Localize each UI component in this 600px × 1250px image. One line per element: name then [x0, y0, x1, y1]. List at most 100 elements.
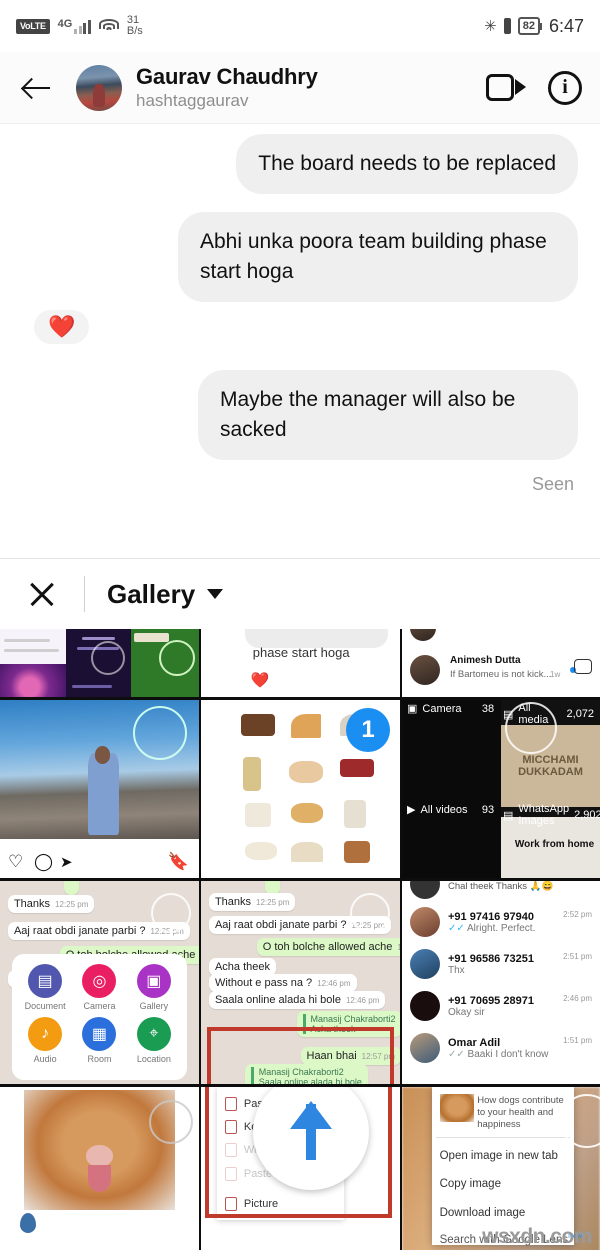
attach-room[interactable]: ▦ Room: [74, 1017, 124, 1064]
wa-time: 12:25 pm: [256, 898, 290, 908]
gallery-thumbnail[interactable]: Paste Keep S Wrap Paste Format Picture: [201, 1087, 400, 1250]
gallery-thumbnail[interactable]: ♡ ◯ ➤ 🔖: [0, 700, 199, 878]
status-bar-left: VoLTE 4G 31 B/s: [16, 15, 143, 37]
whatsapp-attachment-sheet: ▤ Document ◎ Camera ▣ Gallery ♪ Audio ▦ Room …: [11, 954, 188, 1080]
divider: [84, 576, 85, 612]
chat-time: 1:51 pm: [563, 1036, 592, 1045]
vibrate-icon: [503, 18, 511, 34]
back-arrow-icon[interactable]: [18, 68, 58, 108]
folder-count: 2,072: [566, 708, 595, 720]
message-row: Abhi unka poora team building phase star…: [22, 212, 578, 302]
wa-time: 12:25 pm: [55, 900, 89, 910]
chat-list-row[interactable]: +91 97416 97940 ✓✓ Alright. Perfect. 2:5…: [402, 907, 600, 937]
attach-location[interactable]: ⌖ Location: [129, 1017, 179, 1064]
battery-icon: 82: [517, 17, 543, 35]
whatsapp-attachment-thumb: Thanks 12:25 pm Aaj raat obdi janate parb…: [0, 881, 199, 1084]
attach-label: Audio: [33, 1054, 57, 1065]
gallery-thumbnail[interactable]: Chal theek Thanks 🙏😄 +91 97416 97940 ✓✓ …: [402, 881, 600, 1084]
wa-msg: Acha theek: [214, 961, 270, 974]
avatar[interactable]: [76, 64, 122, 111]
gallery-title[interactable]: Gallery: [107, 579, 195, 610]
folder-label[interactable]: ▣ Camera 38: [407, 702, 495, 716]
preview-image: [439, 1093, 474, 1122]
gallery-thumbnail[interactable]: MICCHAMI DUKKADAM Work from home ▣ Camer…: [402, 700, 600, 878]
chat-time: 2:52 pm: [563, 910, 592, 919]
dm-handle: hashtaggaurav: [136, 90, 249, 110]
gallery-thumbnail[interactable]: Thanks 12:25 pm Aaj raat obdi janate parb…: [201, 881, 400, 1084]
signal-strength-bars: [74, 19, 91, 34]
selection-badge[interactable]: 1: [346, 708, 390, 752]
gallery-header: Gallery: [0, 559, 600, 629]
page-title: Gaurav Chaudhry: [136, 63, 318, 89]
attach-label: Location: [136, 1054, 171, 1065]
contact-preview: Thx: [448, 964, 465, 976]
chat-time: 2:46 pm: [563, 994, 592, 1003]
gallery-grid: phase start hoga ❤️ Animesh Dutta If Bar…: [0, 629, 600, 1250]
contact-preview: Okay sir: [448, 1006, 485, 1018]
data-speed-unit: B/s: [126, 25, 143, 37]
gallery-thumbnail[interactable]: [0, 629, 199, 697]
dog-photo-thumb: [0, 1087, 199, 1250]
attach-audio[interactable]: ♪ Audio: [20, 1017, 70, 1064]
folder-count: 2,902: [574, 809, 600, 822]
instagram-feed-thumb: [0, 629, 199, 697]
wa-msg: Aaj raat obdi janate parbi ?: [13, 924, 146, 937]
folder-count: 93: [481, 803, 495, 816]
highlight-box: [206, 1027, 395, 1084]
heart-reaction-icon: ❤️: [250, 672, 270, 690]
info-icon[interactable]: i: [548, 70, 582, 105]
chat-list-row[interactable]: +91 96586 73251 Thx 2:51 pm: [402, 949, 600, 979]
status-bar-right: ✳ 82 6:47: [484, 16, 584, 37]
wa-time: 12:46 pm: [345, 995, 380, 1005]
menu-item[interactable]: Open image in new tab: [440, 1150, 558, 1162]
wa-time: 12:42 pm: [397, 942, 400, 952]
folder-art-line4: from home: [542, 838, 595, 850]
instagram-post-thumb: ♡ ◯ ➤ 🔖: [0, 700, 199, 878]
paste-context-menu-thumb: Paste Keep S Wrap Paste Format Picture: [201, 1087, 400, 1250]
message-bubble[interactable]: Abhi unka poora team building phase star…: [178, 212, 578, 302]
chat-list-row[interactable]: +91 70695 28971 Okay sir 2:46 pm: [402, 991, 600, 1021]
bookmark-icon: 🔖: [167, 852, 189, 871]
attach-camera[interactable]: ◎ Camera: [74, 964, 124, 1011]
message-bubble[interactable]: The board needs to be replaced: [236, 134, 578, 194]
gallery-thumbnail[interactable]: Animesh Dutta If Bartomeu is not kick...…: [402, 629, 600, 697]
video-icon: ▶: [407, 804, 416, 817]
chrome-context-menu-thumb: How dogs contribute to your health and h…: [402, 1087, 600, 1250]
folder-label[interactable]: ▶ All videos 93: [407, 803, 495, 817]
folder-count: 38: [481, 702, 495, 715]
gallery-thumbnail-selected[interactable]: 1: [201, 700, 400, 878]
comment-icon: ◯: [34, 852, 54, 871]
close-icon[interactable]: [22, 574, 62, 614]
gallery-thumbnail[interactable]: [0, 1087, 199, 1250]
text-cursor-handle: [19, 1213, 36, 1234]
gallery-thumbnail[interactable]: phase start hoga ❤️: [201, 629, 400, 697]
gallery-thumbnail[interactable]: How dogs contribute to your health and h…: [402, 1087, 600, 1250]
attach-document[interactable]: ▤ Document: [20, 964, 70, 1011]
menu-item[interactable]: Download image: [440, 1207, 526, 1219]
whatsapp-chat-list-thumb: Chal theek Thanks 🙏😄 +91 97416 97940 ✓✓ …: [402, 881, 600, 1084]
video-call-icon[interactable]: [486, 74, 526, 101]
dm-contact-info[interactable]: Gaurav Chaudhry hashtaggaurav: [136, 64, 318, 112]
wifi-icon: [98, 18, 119, 34]
reaction-row: ❤️: [34, 310, 578, 344]
folder-icon: ▤: [502, 809, 514, 822]
gallery-thumbnail[interactable]: Thanks 12:25 pm Aaj raat obdi janate parb…: [0, 881, 199, 1084]
data-speed: 31 B/s: [127, 15, 143, 37]
status-badge: Seen: [531, 474, 574, 494]
menu-item[interactable]: Copy image: [440, 1178, 501, 1190]
chevron-down-icon[interactable]: [207, 589, 224, 599]
camera-icon: [574, 659, 592, 674]
chat-list-row[interactable]: Omar Adil ✓✓ Baaki I don't know 1:51 pm: [402, 1033, 600, 1063]
contact-name: +91 96586 73251: [448, 952, 534, 965]
attach-label: Room: [87, 1054, 112, 1065]
room-icon: ▦: [82, 1017, 117, 1052]
folder-label[interactable]: ▤ WhatsApp Images 2,902: [502, 803, 600, 827]
share-icon: ➤: [60, 854, 73, 871]
heart-reaction-icon[interactable]: ❤️: [34, 310, 90, 344]
dm-preview: If Bartomeu is not kick...: [450, 669, 552, 680]
attach-gallery[interactable]: ▣ Gallery: [129, 964, 179, 1011]
wa-msg: [70, 881, 73, 892]
message-bubble[interactable]: Maybe the manager will also be sacked: [198, 370, 578, 460]
contact-name: +91 97416 97940: [448, 910, 534, 923]
contact-preview: ✓✓ Baaki I don't know: [448, 1048, 549, 1060]
